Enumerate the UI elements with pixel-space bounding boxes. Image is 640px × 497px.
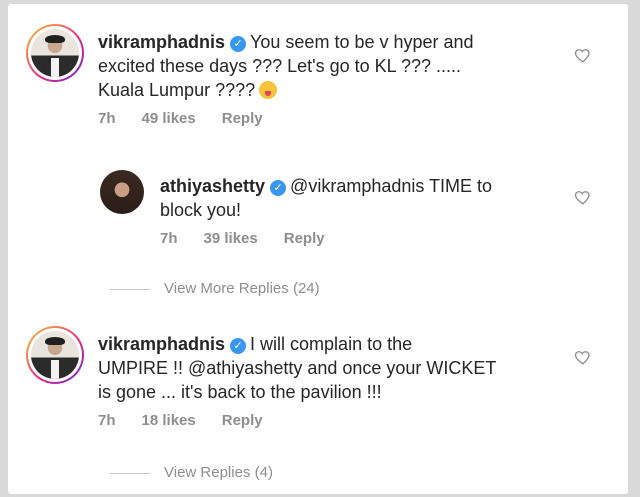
view-more-replies-label: View More Replies (24) (164, 280, 320, 297)
comment-meta: 7h 39 likes Reply (160, 230, 351, 247)
avatar[interactable] (26, 24, 84, 82)
divider-line (110, 288, 150, 290)
view-replies-label: View Replies (4) (164, 464, 273, 481)
tongue-out-emoji-icon (259, 81, 278, 99)
heart-icon[interactable] (574, 348, 592, 366)
comment-meta: 7h 18 likes Reply (98, 412, 289, 429)
avatar[interactable] (100, 170, 144, 214)
comment-username[interactable]: vikramphadnis (98, 334, 225, 354)
comment-body: vikramphadnis ✓ You seem to be v hyper and… (98, 30, 538, 102)
view-replies-button[interactable]: View Replies (4) (110, 464, 273, 481)
heart-icon[interactable] (574, 46, 592, 64)
comment-text-line: block you! (160, 200, 242, 220)
reply-button[interactable]: Reply (284, 230, 325, 247)
comment-time: 7h (98, 412, 116, 429)
comment-text-line: excited these days ??? Let's go to KL ??… (98, 56, 462, 76)
likes-count[interactable]: 18 likes (142, 412, 196, 429)
comment-text-line: UMPIRE !! @athiyashetty and once your WI… (98, 358, 497, 378)
comment-time: 7h (98, 110, 116, 127)
view-more-replies-button[interactable]: View More Replies (24) (110, 280, 320, 297)
comment-text-line: I will complain to the (250, 334, 413, 354)
verified-badge-icon: ✓ (230, 36, 247, 52)
heart-icon[interactable] (574, 188, 592, 206)
avatar[interactable] (26, 326, 84, 384)
comment-username[interactable]: vikramphadnis (98, 32, 225, 52)
verified-badge-icon: ✓ (230, 338, 247, 354)
comment-meta: 7h 49 likes Reply (98, 110, 289, 127)
divider-line (110, 472, 150, 474)
verified-badge-icon: ✓ (270, 180, 287, 196)
comments-panel: vikramphadnis ✓ You seem to be v hyper and… (8, 4, 628, 494)
reply-button[interactable]: Reply (222, 412, 263, 429)
comment-body: vikramphadnis ✓ I will complain to the UMP… (98, 332, 558, 404)
likes-count[interactable]: 39 likes (204, 230, 258, 247)
likes-count[interactable]: 49 likes (142, 110, 196, 127)
comment-body: athiyashetty ✓ @vikramphadnis TIME to bloc… (160, 174, 560, 222)
comment-text-line: You seem to be v hyper and (250, 32, 474, 52)
comment-text-line: Kuala Lumpur ???? (98, 80, 256, 100)
comment-time: 7h (160, 230, 178, 247)
comment-text-line: is gone ... it's back to the pavilion !!… (98, 382, 382, 402)
comment-username[interactable]: athiyashetty (160, 176, 265, 196)
comment-text-line: @vikramphadnis TIME to (290, 176, 493, 196)
reply-button[interactable]: Reply (222, 110, 263, 127)
